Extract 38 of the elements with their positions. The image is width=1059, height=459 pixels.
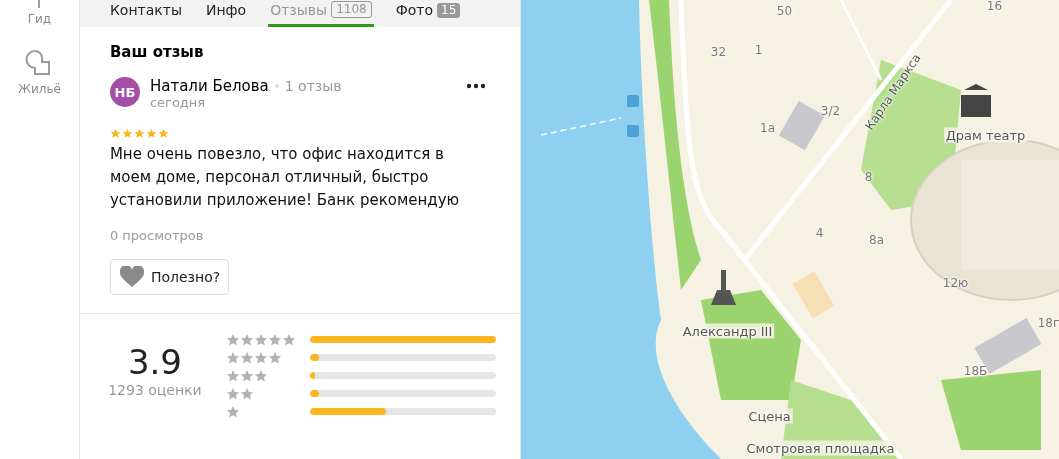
stars-icon — [225, 332, 296, 347]
map-label: 8 — [864, 170, 873, 184]
map-label: Драм театр — [943, 127, 1028, 143]
rating-score: 3.9 — [127, 342, 182, 382]
review-date: сегодня — [149, 95, 206, 110]
map-label: 3/2 — [820, 104, 841, 118]
heart-icon — [118, 266, 145, 288]
stars-icon — [225, 386, 254, 401]
avatar: НБ — [109, 77, 140, 107]
map-label: Сцена — [746, 408, 793, 424]
map-label: 50 — [776, 4, 793, 18]
map-label: 1а — [760, 121, 775, 135]
more-icon[interactable] — [465, 83, 486, 89]
rating-count: 1293 оценки — [108, 382, 202, 398]
map-label: 4 — [815, 226, 824, 240]
tab[interactable]: Контакты — [107, 2, 184, 27]
count-badge: 1108 — [331, 1, 372, 18]
stars-icon — [225, 404, 240, 419]
map-label: 18Б — [963, 364, 988, 378]
map-label: 1 — [754, 43, 763, 57]
review-text: Мне очень повезло, что офис находится в моем доме, персонал отличный, быстро установили приложение! Банк рекомендую — [109, 144, 461, 211]
map-label: 12ю — [942, 276, 969, 290]
tab[interactable]: Фото 15 — [393, 2, 463, 27]
map-label: 32 — [710, 45, 727, 59]
helpful-button[interactable]: Полезно? — [109, 259, 230, 295]
map-label: Смотровая площадка — [744, 440, 897, 456]
tab[interactable]: Инфо — [204, 2, 249, 27]
map-label: 16 — [986, 0, 1003, 13]
nav-label[interactable]: Жильё — [18, 82, 61, 96]
stars-icon — [225, 350, 282, 365]
map-label: 8а — [869, 233, 884, 247]
map-label: 18г — [1037, 316, 1059, 330]
view-count: 0 просмотров — [109, 228, 204, 243]
author-review-count: 1 отзыв — [284, 78, 342, 94]
stars-icon — [225, 368, 268, 383]
author-name[interactable]: Натали Белова — [149, 77, 269, 95]
section-heading: Ваш отзыв — [109, 43, 204, 61]
count-badge: 15 — [437, 2, 461, 18]
